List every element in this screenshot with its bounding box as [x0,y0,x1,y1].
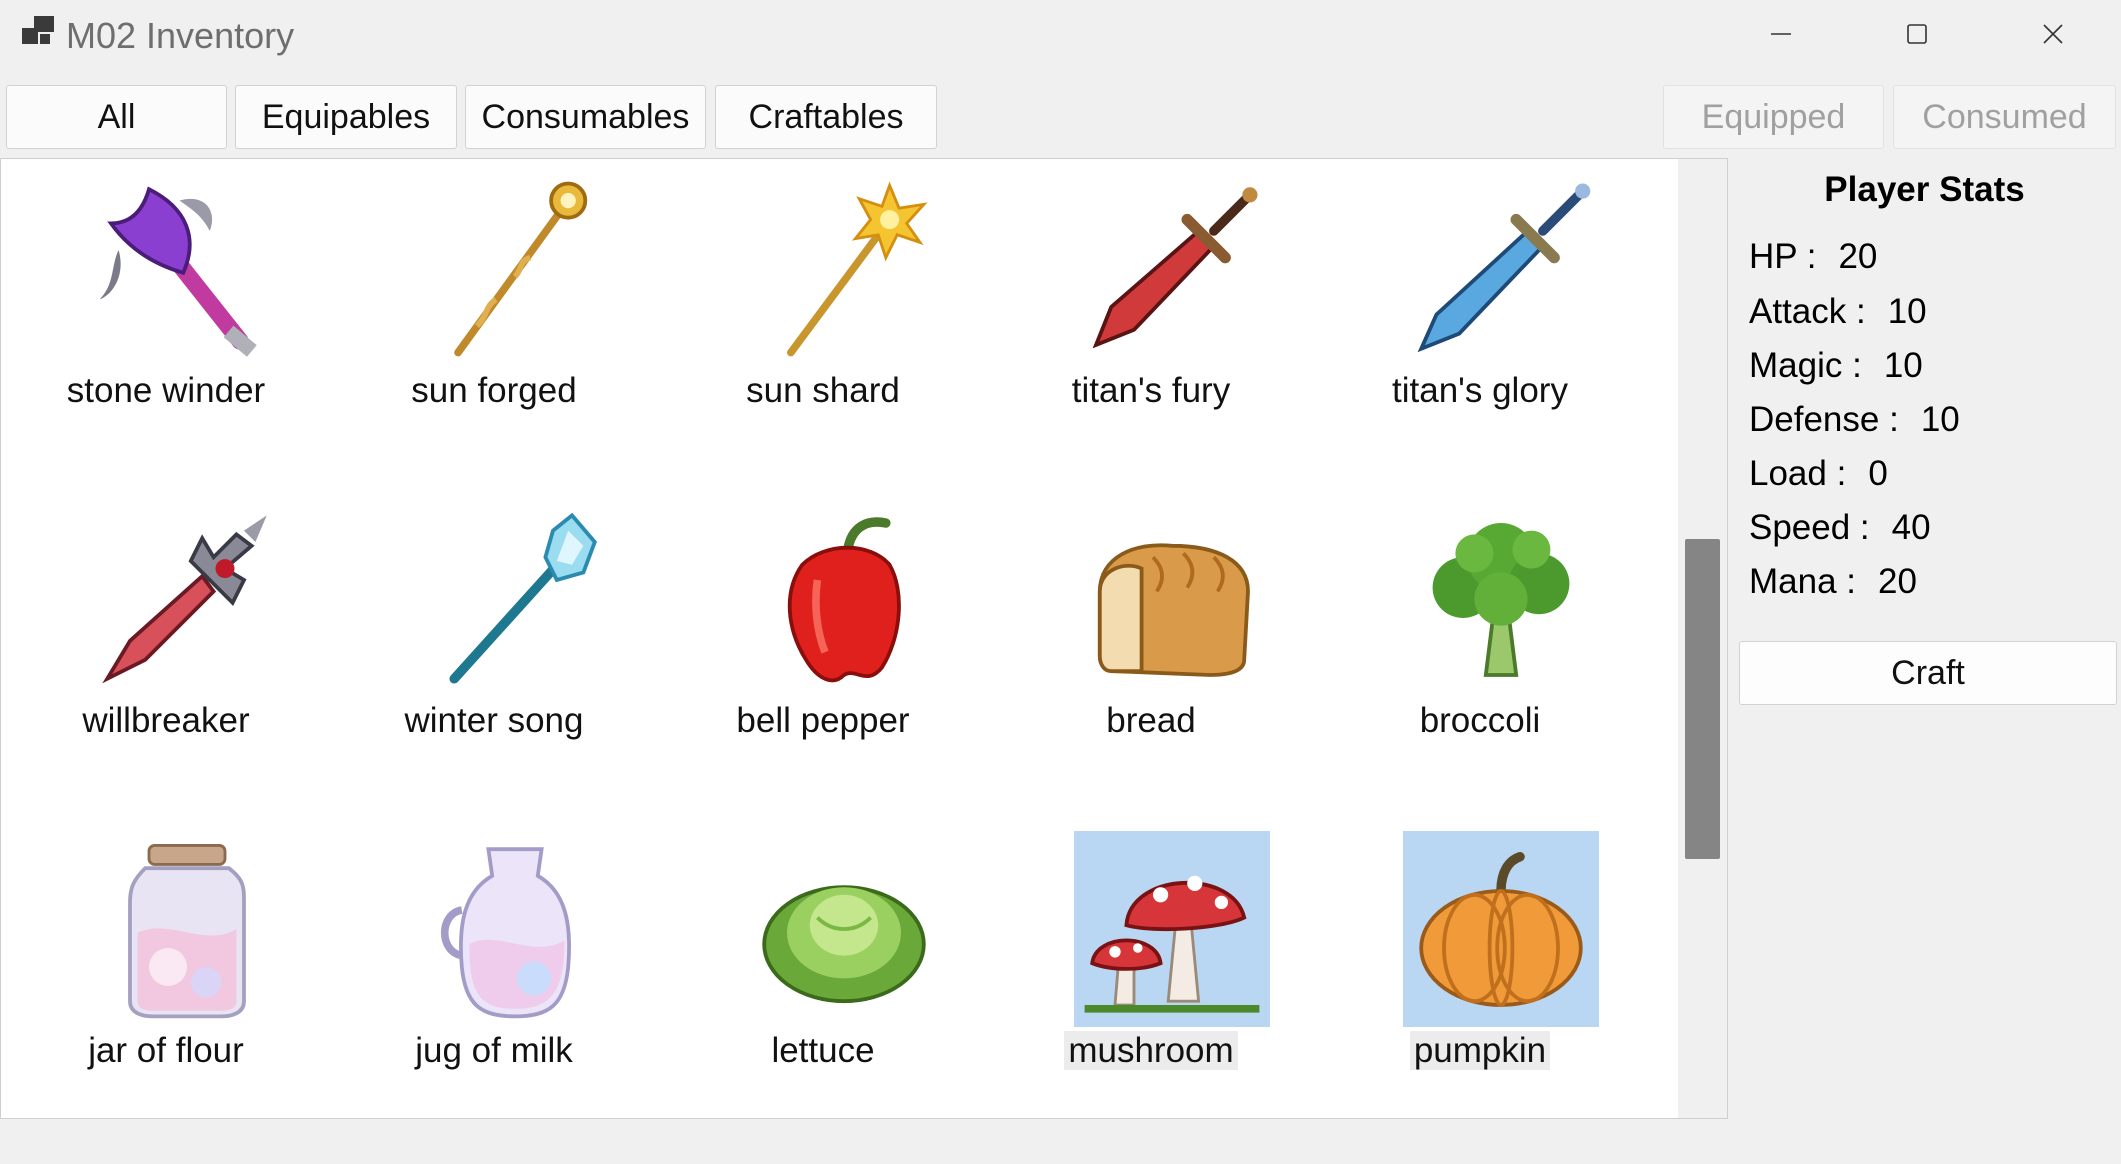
inventory-item[interactable]: broccoli [1315,489,1645,809]
inventory-item[interactable]: winter song [329,489,659,809]
lettuce-icon [762,885,926,1004]
maximize-icon [1907,24,1927,44]
title-bar: M02 Inventory [0,0,2121,74]
inventory-item[interactable]: lettuce [658,819,988,1118]
minimize-button[interactable] [1713,0,1849,68]
flour-jar-icon [128,843,246,1019]
inventory-item[interactable]: titan's glory [1315,159,1645,479]
minimize-icon [1771,33,1791,35]
equipped-button[interactable]: Equipped [1663,85,1884,149]
inventory-grid: stone winder sun forged sun shard titan'… [0,158,1728,1119]
milk-jug-icon [440,847,571,1019]
item-label: winter song [404,701,584,740]
close-icon [2043,24,2063,44]
inventory-item[interactable]: pumpkin [1315,819,1645,1118]
stat-mana: Mana :20 [1749,562,1917,601]
crimson-dagger-icon [102,515,267,684]
maximize-button[interactable] [1849,0,1985,68]
stat-attack: Attack :10 [1749,292,1927,331]
inventory-item[interactable]: sun shard [658,159,988,479]
inventory-item[interactable]: willbreaker [1,489,331,809]
item-label: willbreaker [82,701,250,740]
item-label: titan's fury [1071,371,1231,410]
item-label: jar of flour [88,1031,244,1070]
stat-hp: HP :20 [1749,237,1878,276]
inventory-item[interactable]: sun forged [329,159,659,479]
stat-load: Load :0 [1749,454,1888,493]
tab-all[interactable]: All [6,85,227,149]
red-sword-icon [1092,187,1258,349]
close-button[interactable] [1985,0,2121,68]
item-label: jug of milk [415,1031,573,1070]
tab-consumables[interactable]: Consumables [465,85,706,149]
item-label: mushroom [986,1027,1316,1075]
inventory-item[interactable]: jug of milk [329,819,659,1118]
item-label: broccoli [1419,701,1541,740]
bread-icon [1097,543,1250,677]
stat-speed: Speed :40 [1749,508,1931,547]
inventory-item[interactable]: jar of flour [1,819,331,1118]
ice-staff-icon [449,512,597,684]
inventory-item[interactable]: mushroom [986,819,1316,1118]
item-label: stone winder [66,371,266,410]
item-label: sun shard [746,371,900,410]
sun-scepter-icon [787,181,928,357]
item-label: pumpkin [1315,1027,1645,1075]
item-label: bread [1106,701,1196,740]
blue-sword-icon [1417,183,1591,353]
item-label: titan's glory [1392,371,1568,410]
app-icon [22,16,54,44]
inventory-item[interactable]: stone winder [1,159,331,479]
craft-button[interactable]: Craft [1739,641,2117,705]
golden-staff-icon [454,181,588,357]
window-title: M02 Inventory [66,15,295,56]
tab-equipables[interactable]: Equipables [235,85,457,149]
inventory-item[interactable]: bread [986,489,1316,809]
inventory-item[interactable]: titan's fury [986,159,1316,479]
item-label: sun forged [411,371,577,410]
scroll-thumb[interactable] [1685,539,1720,859]
consumed-button[interactable]: Consumed [1893,85,2116,149]
stats-title: Player Stats [1824,170,2025,209]
mushroom-icon [1084,875,1260,1013]
battle-axe-icon [99,186,257,357]
vertical-scrollbar[interactable] [1678,159,1727,1118]
bell-pepper-icon [787,517,901,683]
pumpkin-icon [1419,852,1583,1007]
item-label: bell pepper [736,701,910,740]
tab-craftables[interactable]: Craftables [715,85,937,149]
stat-defense: Defense :10 [1749,400,1960,439]
broccoli-icon [1432,523,1570,677]
item-label: lettuce [771,1031,875,1070]
stat-magic: Magic :10 [1749,346,1923,385]
inventory-item[interactable]: bell pepper [658,489,988,809]
